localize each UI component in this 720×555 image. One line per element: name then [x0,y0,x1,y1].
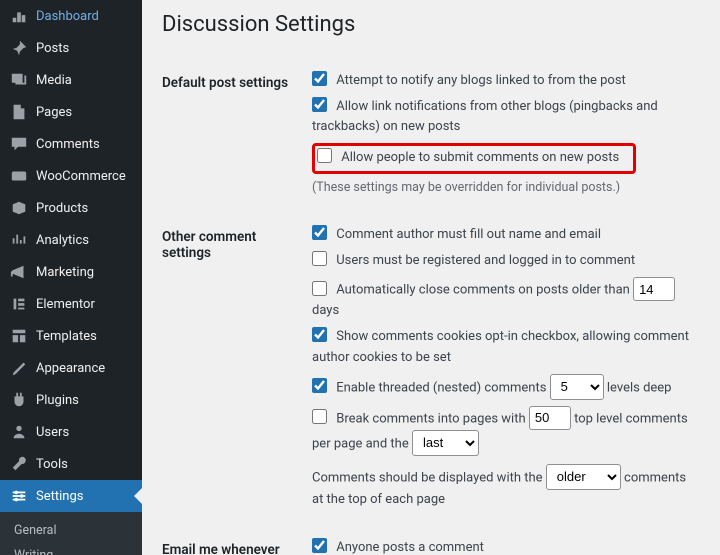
analytics-icon [10,231,28,249]
option-cookies-optin[interactable]: Show comments cookies opt-in checkbox, a… [312,327,700,367]
section-note: (These settings may be overridden for in… [312,178,700,197]
checkbox-threaded[interactable] [312,378,327,393]
sidebar-item-label: Dashboard [36,9,99,24]
sidebar-item-dashboard[interactable]: Dashboard [0,0,142,32]
sidebar-item-label: Analytics [36,233,89,248]
option-label: Anyone posts a comment [336,540,484,555]
marketing-icon [10,263,28,281]
elementor-icon [10,295,28,313]
option-label: Automatically close comments on posts ol… [336,283,630,298]
sidebar-item-users[interactable]: Users [0,416,142,448]
select-page-default[interactable]: last [412,430,479,456]
sidebar-item-tools[interactable]: Tools [0,448,142,480]
user-icon [10,423,28,441]
option-label: days [312,303,339,318]
sidebar-item-comments[interactable]: Comments [0,128,142,160]
checkbox-notify-blogs[interactable] [312,71,327,86]
page-icon [10,103,28,121]
sidebar-item-products[interactable]: Products [0,192,142,224]
sidebar-item-label: Products [36,201,88,216]
dashboard-icon [10,7,28,25]
sidebar-item-plugins[interactable]: Plugins [0,384,142,416]
option-threaded[interactable]: Enable threaded (nested) comments 5 leve… [312,374,700,400]
option-label: Break comments into pages with [336,411,525,426]
option-label: Comment author must fill out name and em… [336,227,601,242]
section-heading-other: Other comment settings [162,211,312,524]
sidebar-item-label: Tools [36,457,68,472]
option-label: levels deep [607,380,672,395]
option-label: Show comments cookies opt-in checkbox, a… [312,329,689,364]
sidebar-item-label: Users [36,425,69,440]
option-paginate[interactable]: Break comments into pages with top level… [312,406,700,456]
comment-icon [10,135,28,153]
sidebar-item-label: Settings [36,489,83,504]
select-thread-levels[interactable]: 5 [550,374,604,400]
option-registered-to-comment[interactable]: Users must be registered and logged in t… [312,251,700,271]
option-label: Allow people to submit comments on new p… [341,150,619,165]
sidebar-item-marketing[interactable]: Marketing [0,256,142,288]
page-title: Discussion Settings [162,12,700,37]
section-heading-email: Email me whenever [162,524,312,555]
section-heading-default-post: Default post settings [162,57,312,211]
templates-icon [10,327,28,345]
submenu-item-general[interactable]: General [0,518,142,543]
product-icon [10,199,28,217]
checkbox-author-name-email[interactable] [312,225,327,240]
settings-submenu: General Writing Reading Discussion Media… [0,512,142,555]
plugin-icon [10,391,28,409]
sidebar-item-pages[interactable]: Pages [0,96,142,128]
submenu-item-writing[interactable]: Writing [0,543,142,555]
option-auto-close[interactable]: Automatically close comments on posts ol… [312,277,700,321]
option-allow-pingbacks[interactable]: Allow link notifications from other blog… [312,97,700,137]
pin-icon [10,39,28,57]
sidebar-item-label: Plugins [36,393,79,408]
sidebar-item-posts[interactable]: Posts [0,32,142,64]
tool-icon [10,455,28,473]
checkbox-allow-comments[interactable] [317,148,332,163]
sidebar-item-templates[interactable]: Templates [0,320,142,352]
sidebar-item-analytics[interactable]: Analytics [0,224,142,256]
sidebar-item-label: Media [36,73,72,88]
option-label: Users must be registered and logged in t… [336,253,635,268]
option-email-anyone[interactable]: Anyone posts a comment [312,538,700,555]
option-author-name-email[interactable]: Comment author must fill out name and em… [312,225,700,245]
option-comment-order: Comments should be displayed with the ol… [312,464,700,510]
settings-icon [10,487,28,505]
sidebar-item-label: Elementor [36,297,95,312]
checkbox-auto-close[interactable] [312,281,327,296]
option-notify-blogs[interactable]: Attempt to notify any blogs linked to fr… [312,71,700,91]
checkbox-allow-pingbacks[interactable] [312,97,327,112]
admin-sidebar: Dashboard Posts Media Pages Comments Woo… [0,0,142,555]
sidebar-item-label: Appearance [36,361,105,376]
sidebar-item-label: Comments [36,137,100,152]
sidebar-item-media[interactable]: Media [0,64,142,96]
input-close-days[interactable] [633,277,675,301]
select-comment-order[interactable]: older [546,464,621,490]
highlighted-option: Allow people to submit comments on new p… [312,143,636,173]
sidebar-item-settings[interactable]: Settings [0,480,142,512]
sidebar-item-elementor[interactable]: Elementor [0,288,142,320]
sidebar-item-woocommerce[interactable]: WooCommerce [0,160,142,192]
appearance-icon [10,359,28,377]
sidebar-item-appearance[interactable]: Appearance [0,352,142,384]
settings-content: Discussion Settings Default post setting… [142,0,720,555]
checkbox-registered-to-comment[interactable] [312,251,327,266]
media-icon [10,71,28,89]
input-per-page[interactable] [529,406,571,430]
sidebar-item-label: Marketing [36,265,94,280]
checkbox-paginate[interactable] [312,409,327,424]
checkbox-email-anyone[interactable] [312,538,327,553]
sidebar-item-label: Posts [36,41,69,56]
option-allow-comments[interactable]: Allow people to submit comments on new p… [317,148,619,168]
option-label: Enable threaded (nested) comments [336,380,546,395]
option-label: Allow link notifications from other blog… [312,99,658,134]
sidebar-item-label: Templates [36,329,97,344]
option-label: Attempt to notify any blogs linked to fr… [336,73,626,88]
sidebar-item-label: Pages [36,105,72,120]
option-label: Comments should be displayed with the [312,470,543,485]
checkbox-cookies-optin[interactable] [312,327,327,342]
sidebar-item-label: WooCommerce [36,169,126,184]
woo-icon [10,167,28,185]
